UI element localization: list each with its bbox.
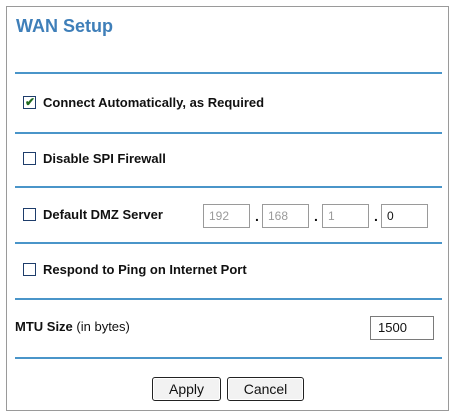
dmz-ip-octet-3[interactable]: 1 [322, 204, 369, 228]
page-title: WAN Setup [16, 16, 113, 36]
divider [15, 132, 442, 134]
mtu-size-input[interactable]: 1500 [370, 316, 434, 340]
mtu-size-label: MTU Size (in bytes) [15, 319, 130, 334]
divider [15, 357, 442, 359]
default-dmz-row[interactable]: Default DMZ Server [23, 207, 163, 222]
divider [15, 72, 442, 74]
ip-separator: . [314, 208, 318, 224]
dmz-ip-octet-4[interactable]: 0 [381, 204, 428, 228]
respond-to-ping-row[interactable]: Respond to Ping on Internet Port [23, 262, 247, 277]
checkmark-icon: ✔ [25, 95, 36, 109]
respond-to-ping-label: Respond to Ping on Internet Port [43, 262, 247, 277]
connect-automatically-label: Connect Automatically, as Required [43, 95, 265, 110]
disable-spi-checkbox[interactable] [23, 152, 36, 165]
default-dmz-label: Default DMZ Server [43, 207, 163, 222]
default-dmz-checkbox[interactable] [23, 208, 36, 221]
mtu-size-label-bold: MTU Size [15, 319, 73, 334]
dmz-ip-octet-2[interactable]: 168 [262, 204, 309, 228]
connect-automatically-row[interactable]: ✔ Connect Automatically, as Required [23, 95, 264, 110]
divider [15, 298, 442, 300]
cancel-button[interactable]: Cancel [227, 377, 304, 401]
divider [15, 242, 442, 244]
disable-spi-label: Disable SPI Firewall [43, 151, 166, 166]
respond-to-ping-checkbox[interactable] [23, 263, 36, 276]
mtu-size-label-units: (in bytes) [72, 319, 130, 334]
dmz-ip-octet-1[interactable]: 192 [203, 204, 250, 228]
connect-automatically-checkbox[interactable]: ✔ [23, 95, 36, 109]
disable-spi-row[interactable]: Disable SPI Firewall [23, 151, 166, 166]
ip-separator: . [374, 208, 378, 224]
ip-separator: . [255, 208, 259, 224]
apply-button[interactable]: Apply [152, 377, 221, 401]
divider [15, 186, 442, 188]
